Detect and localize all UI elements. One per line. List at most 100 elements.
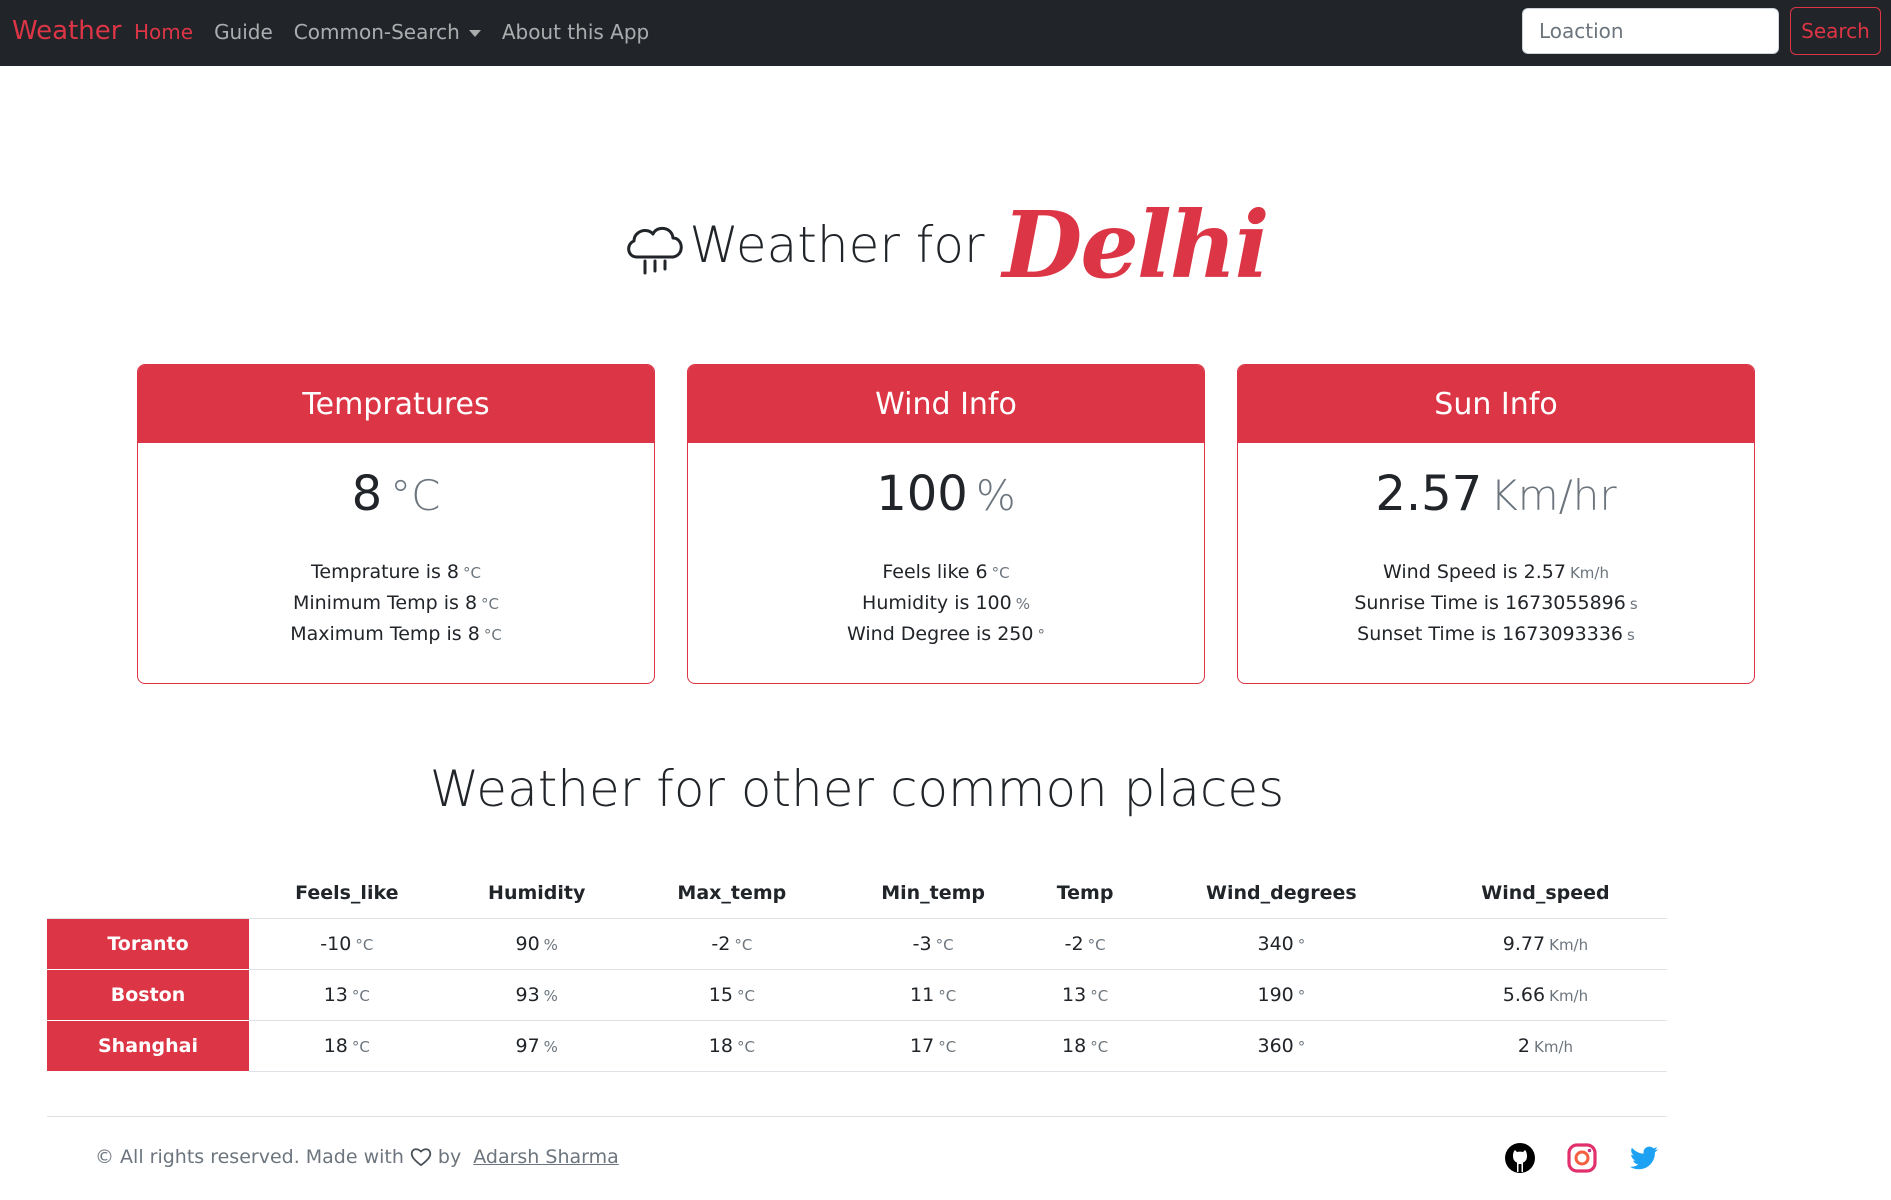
column-header: Max_temp (628, 868, 835, 919)
cell-unit: °C (1087, 936, 1106, 954)
table-row: Shanghai 18 °C 97% 18 °C 17 °C 18 °C 360 ° 2K… (47, 1020, 1667, 1072)
card-details: Wind Speed is 2.57 Km/h Sunrise Time is 1… (1238, 557, 1754, 650)
cell-unit: % (543, 987, 558, 1005)
cell-value: 340 (1257, 933, 1294, 955)
chevron-down-icon (468, 30, 481, 37)
column-header: Wind_degrees (1138, 868, 1424, 919)
card-title: Tempratures (138, 365, 654, 443)
detail-text: Sunrise Time is 1673055896 (1354, 592, 1626, 614)
detail-text: Maximum Temp is 8 (290, 623, 480, 645)
nav-home[interactable]: Home (134, 20, 193, 44)
cell-unit: °C (355, 936, 374, 954)
author-link[interactable]: Adarsh Sharma (473, 1146, 619, 1168)
detail-text: Wind Degree is 250 (847, 623, 1034, 645)
cell-value: -3 (912, 933, 932, 955)
cell-unit: °C (351, 1038, 370, 1056)
table-row: Toranto -10 °C 90% -2 °C -3 °C -2 °C 340 ° 9.… (47, 918, 1667, 970)
cell-unit: Km/h (1534, 1038, 1574, 1056)
row-city: Boston (47, 969, 249, 1021)
github-icon[interactable] (1504, 1142, 1536, 1174)
detail-unit: °C (481, 595, 500, 613)
navbar: Weather Home Guide Common-Search About t… (0, 0, 1891, 66)
nav-links: Home Guide Common-Search About this App (134, 20, 649, 44)
cell-unit: ° (1297, 987, 1306, 1005)
brand-link[interactable]: Weather (12, 16, 121, 46)
cell-unit: °C (1090, 1038, 1109, 1056)
main-value: 8 (351, 466, 383, 522)
instagram-icon[interactable] (1566, 1142, 1598, 1174)
detail-unit: °C (463, 564, 481, 582)
location-search-input[interactable] (1522, 8, 1779, 54)
cell-value: -2 (711, 933, 731, 955)
cell-unit: °C (1090, 987, 1109, 1005)
cell-value: 11 (910, 984, 935, 1006)
table-cell: 18 °C (1031, 1020, 1139, 1072)
table-cell: 9.77 Km/h (1423, 918, 1667, 970)
card-title: Sun Info (1238, 365, 1754, 443)
table-cell: -10 °C (249, 918, 445, 970)
card-main-value: 2.57 Km/hr (1238, 466, 1754, 533)
cell-unit: °C (935, 936, 954, 954)
detail-unit: s (1629, 595, 1638, 613)
nav-guide[interactable]: Guide (214, 20, 273, 44)
cell-value: 190 (1257, 984, 1294, 1006)
main-unit: °C (390, 471, 441, 520)
cell-unit: °C (938, 1038, 957, 1056)
table-row: Boston 13 °C 93% 15 °C 11 °C 13 °C 190 ° 5.66… (47, 969, 1667, 1021)
column-header: Min_temp (834, 868, 1032, 919)
table-cell: 340 ° (1138, 918, 1424, 970)
nav-common-search-dropdown[interactable]: Common-Search (294, 20, 481, 44)
detail-line: Wind Degree is 250 ° (688, 619, 1204, 650)
common-places-title: Weather for other common places (429, 760, 1285, 818)
row-city: Toranto (47, 918, 249, 970)
table-cell: 90% (444, 918, 629, 970)
search-button[interactable]: Search (1790, 7, 1881, 55)
cell-unit: °C (734, 936, 753, 954)
column-header (47, 868, 249, 919)
cell-unit: % (543, 936, 558, 954)
column-header: Feels_like (249, 868, 445, 919)
footer-divider (47, 1116, 1667, 1117)
card-main-value: 8 °C (138, 466, 654, 533)
detail-unit: °C (483, 626, 502, 644)
cell-value: 18 (1062, 1035, 1087, 1057)
detail-line: Minimum Temp is 8 °C (138, 588, 654, 619)
table-cell: 11 °C (834, 969, 1032, 1021)
footer-by: by (437, 1146, 462, 1168)
detail-line: Sunrise Time is 1673055896 s (1238, 588, 1754, 619)
table-cell: -2 °C (1031, 918, 1139, 970)
cell-value: 18 (323, 1035, 348, 1057)
cell-value: -10 (320, 933, 352, 955)
sun-info-card: Sun Info 2.57 Km/hr Wind Speed is 2.57 Km/… (1237, 364, 1755, 684)
table-cell: 13 °C (249, 969, 445, 1021)
detail-text: Wind Speed is 2.57 (1383, 561, 1566, 583)
table-cell: -3 °C (834, 918, 1032, 970)
cell-value: 90 (515, 933, 540, 955)
cell-unit: °C (736, 987, 755, 1005)
table-cell: 18 °C (628, 1020, 835, 1072)
cell-unit: ° (1297, 936, 1306, 954)
table-cell: 15 °C (628, 969, 835, 1021)
cell-value: 97 (515, 1035, 540, 1057)
detail-unit: Km/h (1569, 564, 1609, 582)
cell-unit: Km/h (1549, 987, 1589, 1005)
detail-line: Maximum Temp is 8 °C (138, 619, 654, 650)
cell-value: -2 (1064, 933, 1084, 955)
detail-unit: °C (991, 564, 1010, 582)
nav-common-search-label: Common-Search (293, 20, 460, 44)
twitter-icon[interactable] (1628, 1142, 1660, 1174)
cell-value: 17 (910, 1035, 935, 1057)
main-value: 100 (876, 466, 968, 522)
wind-info-card: Wind Info 100% Feels like 6 °C Humidity i… (687, 364, 1205, 684)
common-places-table: Feels_like Humidity Max_temp Min_temp Te… (47, 868, 1667, 1072)
heart-icon (410, 1148, 432, 1167)
card-details: Feels like 6 °C Humidity is 100% Wind Deg… (688, 557, 1204, 650)
detail-line: Humidity is 100% (688, 588, 1204, 619)
detail-unit: ° (1037, 626, 1045, 644)
cell-unit: °C (938, 987, 957, 1005)
temperatures-card: Tempratures 8 °C Temprature is 8 °C Minimu… (137, 364, 655, 684)
detail-unit: s (1627, 626, 1635, 644)
nav-about[interactable]: About this App (502, 20, 649, 44)
hero-heading: Weather for Delhi (0, 190, 1891, 300)
table-cell: 5.66 Km/h (1423, 969, 1667, 1021)
